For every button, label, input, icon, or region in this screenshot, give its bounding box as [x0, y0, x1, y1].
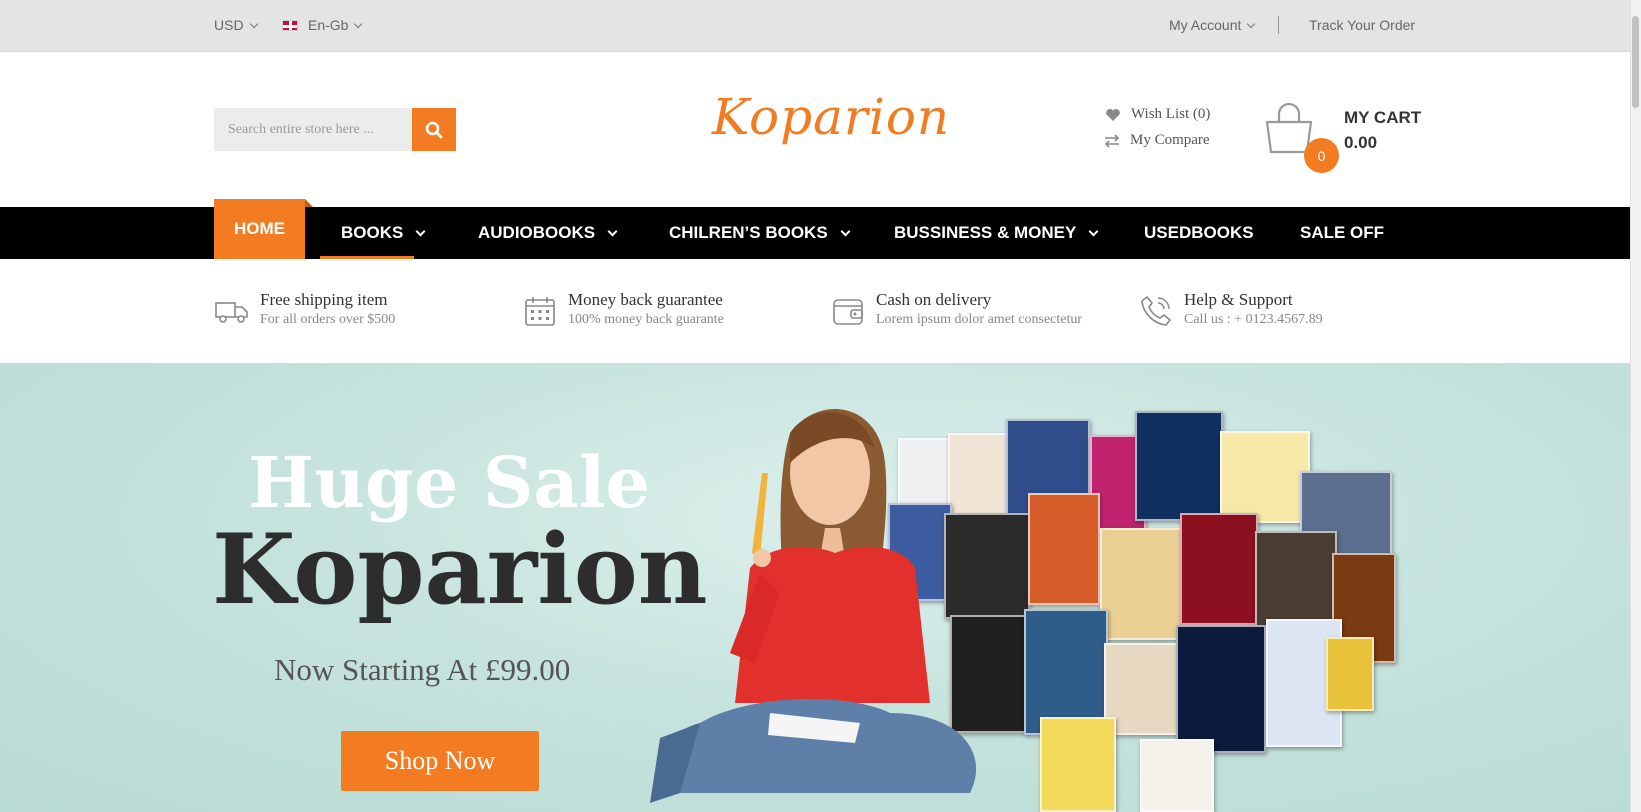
- language-label: En-Gb: [308, 17, 349, 33]
- top-bar: USD En-Gb My Account Track Your Order: [0, 0, 1630, 52]
- feature-title: Money back guarantee: [568, 290, 723, 309]
- hero-headline: Huge Sale: [248, 441, 650, 524]
- compare-link[interactable]: My Compare: [1104, 132, 1210, 149]
- feature-title: Help & Support: [1184, 290, 1293, 309]
- compare-icon: [1104, 133, 1120, 148]
- search-form: [214, 108, 456, 151]
- nav-label: AUDIOBOOKS: [478, 223, 596, 242]
- uk-flag-icon: [282, 19, 298, 31]
- nav-item-audiobooks[interactable]: AUDIOBOOKS: [478, 207, 618, 259]
- chevron-down-icon: [249, 19, 258, 28]
- feature-money-back: Money back guarantee 100% money back gua…: [522, 290, 724, 329]
- woman-reading-image: [650, 409, 977, 803]
- wallet-icon: [830, 293, 866, 329]
- wishlist-label: Wish List (0): [1131, 106, 1211, 122]
- nav-label: USEDBOOKS: [1144, 223, 1254, 242]
- cart-total: 0.00: [1344, 133, 1378, 152]
- compare-label: My Compare: [1130, 132, 1210, 148]
- nav-item-sale-off[interactable]: SALE OFF: [1300, 207, 1384, 259]
- search-icon: [425, 121, 443, 138]
- nav-label: HOME: [234, 219, 285, 238]
- chevron-down-icon: [354, 19, 363, 28]
- my-account-menu[interactable]: My Account: [1169, 17, 1256, 33]
- track-order-label: Track Your Order: [1309, 17, 1416, 33]
- site-logo[interactable]: Koparion: [712, 88, 950, 146]
- scrollbar-thumb[interactable]: [1632, 16, 1639, 108]
- feature-subtitle: Lorem ipsum dolor amet consectetur: [876, 312, 1083, 327]
- feature-help-support: Help & Support Call us : + 0123.4567.89: [1138, 290, 1323, 329]
- chevron-down-icon: [1088, 226, 1099, 236]
- feature-title: Free shipping item: [260, 290, 388, 309]
- currency-selector[interactable]: USD: [214, 17, 258, 33]
- feature-free-shipping: Free shipping item For all orders over $…: [214, 290, 395, 329]
- hero-brand: Koparion: [212, 513, 708, 626]
- chevron-down-icon: [607, 226, 618, 236]
- nav-label: BOOKS: [341, 223, 404, 242]
- scrollbar[interactable]: [1630, 0, 1641, 812]
- hero-banner: Huge Sale Koparion Now Starting At £99.0…: [0, 363, 1630, 812]
- wishlist-link[interactable]: Wish List (0): [1105, 106, 1210, 123]
- calendar-icon: [522, 293, 558, 329]
- feature-subtitle: For all orders over $500: [260, 312, 396, 327]
- feature-cash-on-delivery: Cash on delivery Lorem ipsum dolor amet …: [830, 290, 1082, 329]
- nav-item-business-money[interactable]: BUSSINESS & MONEY: [894, 207, 1099, 259]
- chevron-down-icon: [1247, 19, 1256, 28]
- track-order-link[interactable]: Track Your Order: [1309, 17, 1415, 33]
- feature-subtitle: 100% money back guarante: [568, 312, 724, 327]
- divider: [1278, 16, 1279, 34]
- my-account-label: My Account: [1169, 17, 1242, 33]
- search-button[interactable]: [412, 108, 456, 151]
- feature-subtitle: Call us : + 0123.4567.89: [1184, 312, 1323, 327]
- heart-icon: [1106, 108, 1120, 121]
- hero-price-text: Now Starting At £99.00: [274, 652, 571, 687]
- language-selector[interactable]: En-Gb: [282, 17, 363, 33]
- chevron-down-icon: [840, 226, 851, 236]
- shop-now-button[interactable]: Shop Now: [341, 731, 539, 791]
- nav-label: BUSSINESS & MONEY: [894, 223, 1077, 242]
- phone-icon: [1138, 293, 1174, 329]
- search-input[interactable]: [214, 108, 412, 151]
- currency-label: USD: [214, 17, 244, 33]
- nav-item-books[interactable]: BOOKS: [341, 207, 426, 259]
- nav-item-usedbooks[interactable]: USEDBOOKS: [1144, 207, 1254, 259]
- chevron-down-icon: [415, 226, 426, 236]
- cart-count-badge: 0: [1304, 138, 1339, 173]
- cart-title[interactable]: MY CART: [1344, 108, 1421, 128]
- nav-active-indicator: [320, 256, 414, 259]
- nav-item-childrens-books[interactable]: CHILREN’S BOOKS: [669, 207, 851, 259]
- main-nav: HOME BOOKS AUDIOBOOKS CHILREN’S BOOKS BU…: [0, 199, 1630, 259]
- truck-icon: [214, 293, 250, 329]
- nav-label: SALE OFF: [1300, 223, 1385, 242]
- feature-title: Cash on delivery: [876, 290, 992, 309]
- nav-item-home[interactable]: HOME: [214, 199, 313, 259]
- nav-label: CHILREN’S BOOKS: [669, 223, 828, 242]
